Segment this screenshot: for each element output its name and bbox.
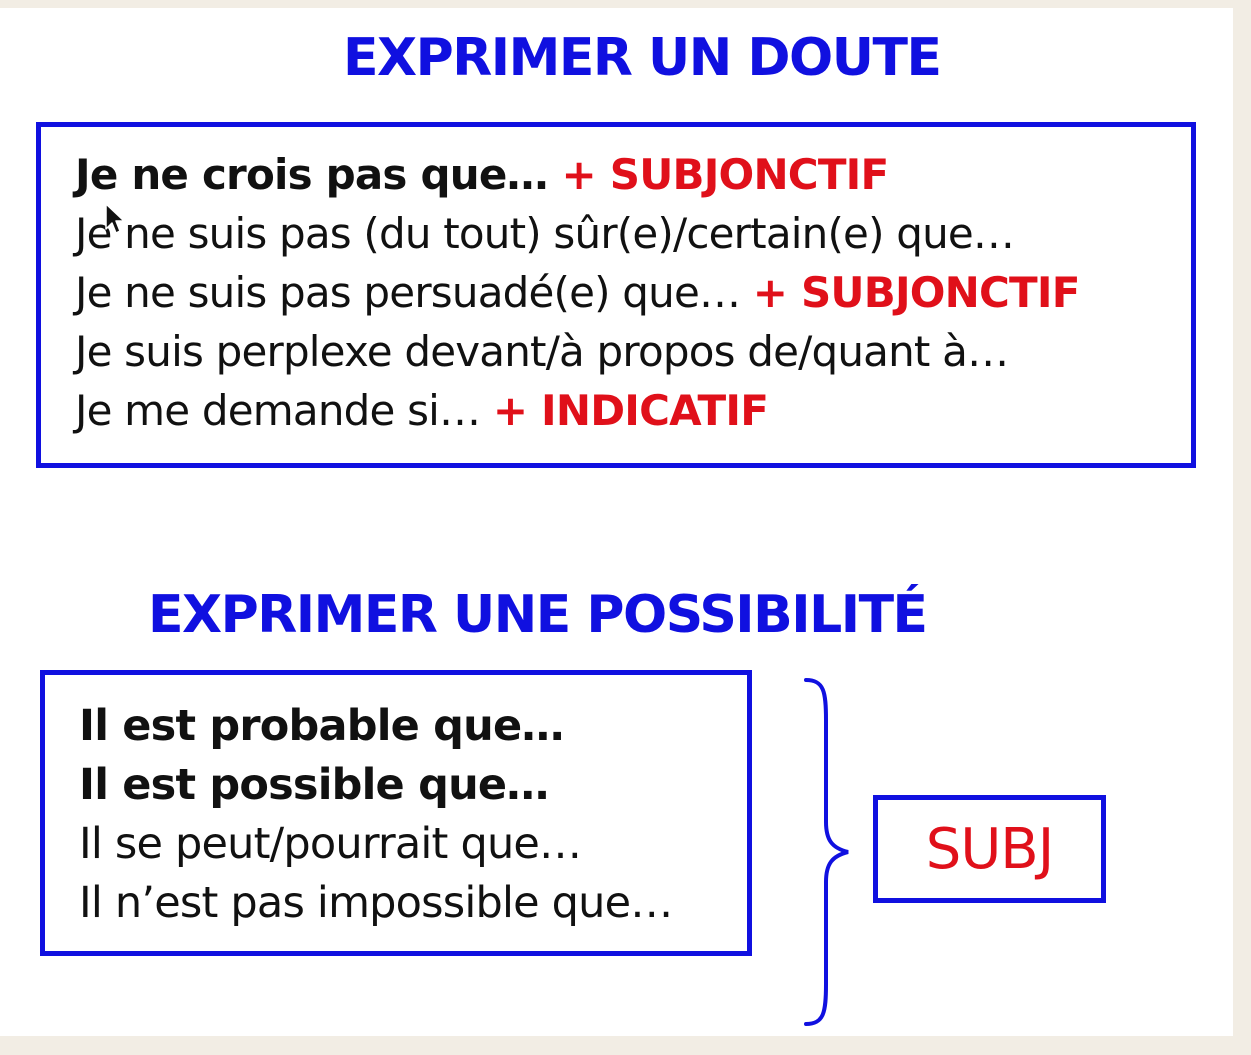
subjonctif-result-box: SUBJ <box>873 795 1106 903</box>
possibility-title: EXPRIMER UNE POSSIBILITÉ <box>148 585 928 645</box>
slide-page: EXPRIMER UN DOUTE Je ne crois pas que… +… <box>0 8 1233 1036</box>
doubt-line-text: Je me demande si… <box>75 386 493 435</box>
possibility-line-3: Il se peut/pourrait que… <box>79 819 582 869</box>
possibility-expressions-box: Il est probable que… Il est possible que… <box>40 670 752 956</box>
possibility-line-2: Il est possible que… <box>79 760 549 810</box>
doubt-line-text: Je ne suis pas persuadé(e) que… <box>75 268 753 317</box>
doubt-line-4: Je suis perplexe devant/à propos de/quan… <box>75 322 1191 381</box>
curly-brace-icon <box>804 678 849 1026</box>
mood-label-indicatif: + INDICATIF <box>492 386 769 435</box>
doubt-expressions-box: Je ne crois pas que… + SUBJONCTIF Je ne … <box>36 122 1196 468</box>
doubt-line-2: Je ne suis pas (du tout) sûr(e)/certain(… <box>75 204 1191 263</box>
doubt-line-3: Je ne suis pas persuadé(e) que… + SUBJON… <box>75 263 1191 322</box>
doubt-line-text: Je suis perplexe devant/à propos de/quan… <box>75 327 1009 376</box>
possibility-line-1: Il est probable que… <box>79 701 564 751</box>
doubt-line-5: Je me demande si… + INDICATIF <box>75 381 1191 440</box>
mood-label-subjonctif: + SUBJONCTIF <box>752 268 1081 317</box>
doubt-line-1: Je ne crois pas que… + SUBJONCTIF <box>75 145 1191 204</box>
possibility-line-4: Il n’est pas impossible que… <box>79 878 673 928</box>
subj-label: SUBJ <box>925 816 1054 882</box>
mood-label-subjonctif: + SUBJONCTIF <box>561 150 890 199</box>
doubt-title: EXPRIMER UN DOUTE <box>343 28 942 88</box>
doubt-line-text: Je ne crois pas que… <box>75 150 562 199</box>
doubt-line-text: Je ne suis pas (du tout) sûr(e)/certain(… <box>75 209 1015 258</box>
mouse-cursor-icon <box>105 203 125 234</box>
